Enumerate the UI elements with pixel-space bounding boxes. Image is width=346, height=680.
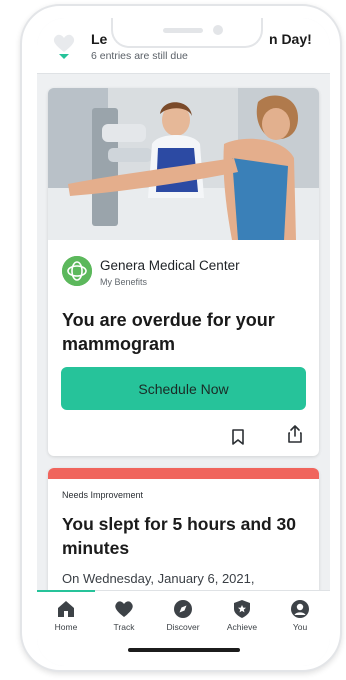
tab-you[interactable]: You — [271, 599, 329, 639]
tab-track[interactable]: Track — [95, 599, 153, 639]
user-icon — [291, 600, 309, 618]
tab-label: Home — [54, 622, 78, 632]
tab-home[interactable]: Home — [37, 599, 95, 639]
leaf-logo-icon — [62, 256, 92, 286]
heart-icon — [115, 601, 133, 617]
home-indicator — [128, 648, 240, 652]
compass-icon — [174, 600, 192, 618]
heart-icon[interactable] — [51, 32, 77, 60]
tab-label: Track — [113, 622, 135, 632]
header-title: Le n Day! — [91, 31, 312, 47]
front-camera — [213, 25, 223, 35]
phone-notch — [111, 18, 263, 48]
mammogram-card[interactable]: Genera Medical Center My Benefits You ar… — [48, 88, 319, 456]
sleep-card[interactable]: Needs Improvement You slept for 5 hours … — [48, 468, 319, 608]
header-title-start: Le — [91, 31, 108, 47]
bookmark-icon[interactable] — [231, 429, 245, 445]
home-icon — [58, 601, 74, 617]
header-subtitle: 6 entries are still due — [91, 50, 188, 62]
header-title-end: n Day! — [269, 31, 312, 47]
tab-achieve[interactable]: Achieve — [213, 599, 271, 639]
tab-label: You — [292, 622, 308, 632]
tab-discover[interactable]: Discover — [154, 599, 212, 639]
status-label: Needs Improvement — [62, 490, 144, 500]
active-tab-indicator — [37, 590, 95, 592]
tab-label: Discover — [166, 622, 200, 632]
schedule-now-button[interactable]: Schedule Now — [61, 367, 306, 410]
bottom-tab-bar: Home Track Discover Achieve You — [37, 590, 330, 666]
card-title: You are overdue for your mammogram — [62, 310, 275, 354]
mammogram-photo — [48, 88, 319, 240]
app-screen: Le n Day! 6 entries are still due Genera… — [37, 18, 330, 666]
speaker-grille — [163, 28, 203, 33]
card-text: On Wednesday, January 6, 2021, — [62, 571, 255, 586]
tab-label: Achieve — [226, 622, 258, 632]
alert-stripe — [48, 468, 319, 479]
badge-icon — [234, 600, 250, 618]
provider-logo — [62, 256, 92, 286]
provider-subtitle: My Benefits — [100, 277, 148, 287]
share-icon[interactable] — [287, 424, 303, 444]
provider-name: Genera Medical Center — [100, 258, 240, 273]
card-title: You slept for 5 hours and 30 minutes — [62, 514, 297, 558]
